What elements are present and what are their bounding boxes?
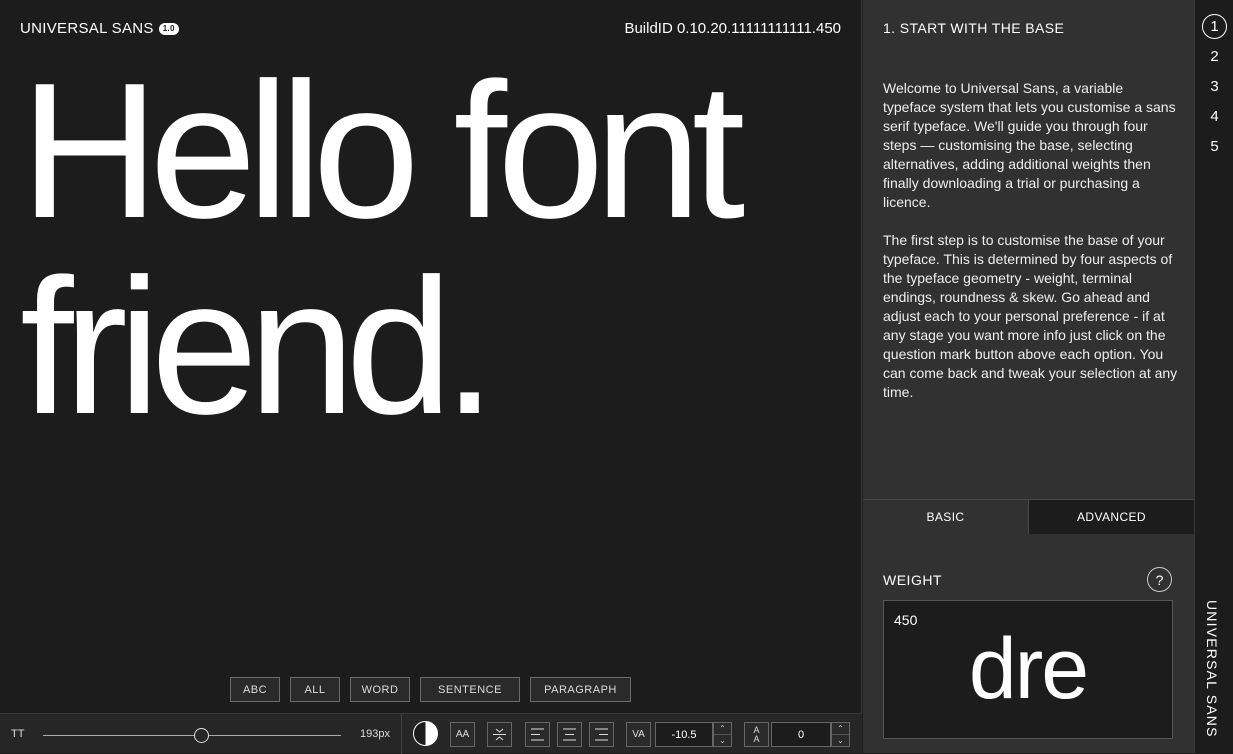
mode-all-button[interactable]: ALL: [290, 677, 340, 702]
tracking-stepper[interactable]: ⌃ ⌄: [713, 722, 732, 747]
intro-paragraph: The first step is to customise the base …: [883, 232, 1178, 400]
brand-name: UNIVERSAL SANS: [20, 20, 154, 37]
weight-sample-glyphs: dre: [968, 621, 1089, 717]
step-rail: 1 2 3 4 5 UNIVERSAL SANS: [1194, 0, 1233, 753]
build-id: BuildID 0.10.20.11111111111.450: [624, 20, 841, 37]
stepper-down-icon[interactable]: ⌄: [714, 734, 731, 746]
font-size-slider[interactable]: [43, 735, 341, 736]
align-right-icon[interactable]: [589, 722, 614, 747]
brand-logo[interactable]: UNIVERSAL SANS 1.0: [20, 20, 179, 37]
weight-label: WEIGHT: [883, 572, 942, 588]
weight-sample-card[interactable]: 450 dre: [883, 600, 1173, 739]
align-center-icon[interactable]: [557, 722, 582, 747]
align-left-icon[interactable]: [525, 722, 550, 747]
settings-panel: 1. START WITH THE BASE Welcome to Univer…: [863, 0, 1194, 753]
step-5-button[interactable]: 5: [1202, 134, 1227, 159]
step-1-button[interactable]: 1: [1202, 14, 1227, 39]
preview-area: UNIVERSAL SANS 1.0 BuildID 0.10.20.11111…: [0, 0, 862, 713]
font-size-value: 193px: [360, 728, 390, 740]
stepper-up-icon[interactable]: ⌃: [714, 723, 731, 734]
tracking-input[interactable]: -10.5: [655, 722, 713, 747]
mode-word-button[interactable]: WORD: [350, 677, 410, 702]
tab-advanced[interactable]: ADVANCED: [1028, 500, 1194, 534]
stepper-up-icon[interactable]: ⌃: [832, 723, 849, 734]
step-4-button[interactable]: 4: [1202, 104, 1227, 129]
step-2-button[interactable]: 2: [1202, 44, 1227, 69]
step-heading: 1. START WITH THE BASE: [883, 20, 1065, 36]
toolbar-divider: [401, 714, 402, 754]
step-3-button[interactable]: 3: [1202, 74, 1227, 99]
invert-colors-icon[interactable]: [413, 721, 438, 746]
tab-basic[interactable]: BASIC: [863, 500, 1028, 534]
font-size-label: TT: [11, 728, 25, 740]
line-height-icon[interactable]: [487, 722, 512, 747]
leading-input[interactable]: 0: [771, 722, 831, 747]
intro-text: Welcome to Universal Sans, a variable ty…: [883, 79, 1178, 421]
leading-label-bottom: A: [753, 733, 760, 744]
preview-mode-group: ABC ALL WORD SENTENCE PARAGRAPH: [230, 677, 631, 702]
font-size-slider-thumb[interactable]: [193, 728, 209, 743]
mode-abc-button[interactable]: ABC: [230, 677, 280, 702]
mode-sentence-button[interactable]: SENTENCE: [420, 677, 520, 702]
stepper-down-icon[interactable]: ⌄: [832, 734, 849, 746]
intro-paragraph: Welcome to Universal Sans, a variable ty…: [883, 80, 1176, 210]
tracking-icon: VA: [626, 722, 651, 747]
preview-text[interactable]: Hello font friend.: [20, 52, 860, 444]
leading-icon: A A: [744, 722, 769, 747]
leading-stepper[interactable]: ⌃ ⌄: [831, 722, 850, 747]
case-toggle-button[interactable]: AA: [450, 722, 475, 747]
vertical-brand: UNIVERSAL SANS: [1204, 600, 1220, 738]
settings-tabs: BASIC ADVANCED: [863, 499, 1194, 534]
version-badge: 1.0: [158, 22, 179, 35]
mode-paragraph-button[interactable]: PARAGRAPH: [530, 677, 631, 702]
help-icon[interactable]: ?: [1147, 567, 1172, 592]
bottom-toolbar: TT 193px AA VA -10.5 ⌃ ⌄ A A 0 ⌃ ⌄: [0, 713, 862, 754]
